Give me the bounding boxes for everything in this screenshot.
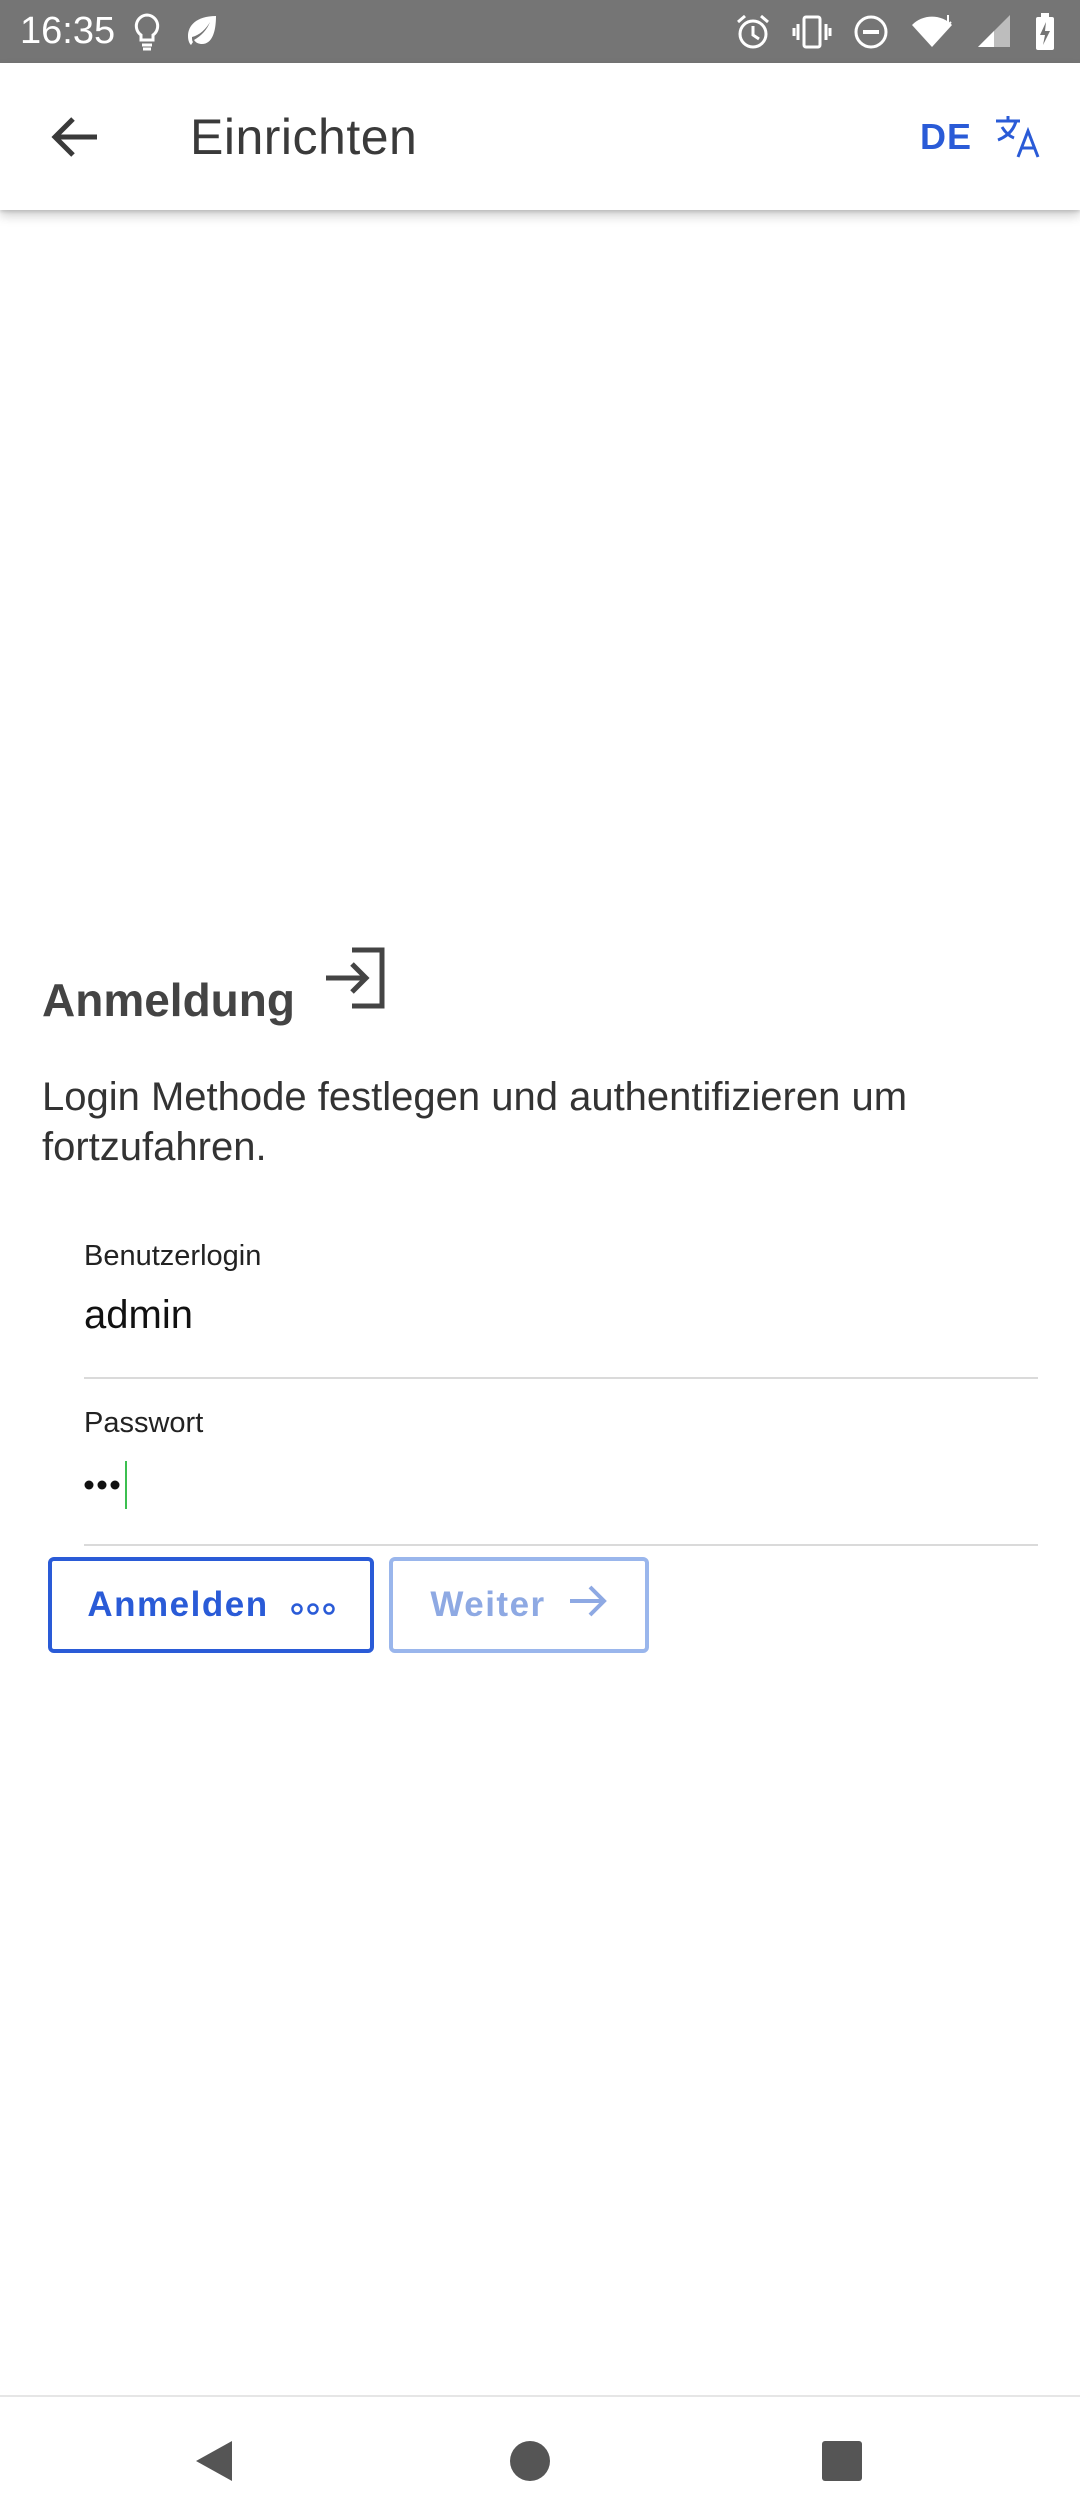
next-button-label: Weiter xyxy=(430,1585,546,1624)
more-dots-icon xyxy=(290,1585,335,1625)
system-nav-bar xyxy=(0,2397,1080,2520)
status-time: 16:35 xyxy=(20,10,116,52)
signal-icon xyxy=(974,13,1014,51)
back-triangle-icon xyxy=(196,2441,232,2481)
alarm-icon xyxy=(734,13,772,51)
recents-square-icon xyxy=(822,2441,862,2481)
login-button[interactable]: Anmelden xyxy=(48,1557,374,1653)
nav-recents-button[interactable] xyxy=(812,2431,872,2491)
next-button[interactable]: Weiter xyxy=(389,1557,649,1653)
login-button-label: Anmelden xyxy=(87,1585,269,1624)
arrow-left-icon xyxy=(51,117,97,157)
username-input[interactable]: admin xyxy=(84,1290,193,1340)
password-label: Passwort xyxy=(84,1407,204,1439)
login-icon xyxy=(322,942,394,1014)
page-title: Einrichten xyxy=(190,109,418,165)
status-bar: 16:35 xyxy=(0,0,1080,63)
password-mask-dots xyxy=(84,1480,120,1490)
do-not-disturb-icon xyxy=(852,13,890,51)
description-text: Login Methode festlegen und authentifizi… xyxy=(42,1075,908,1169)
wifi-icon xyxy=(910,13,954,51)
lightbulb-icon xyxy=(132,12,162,52)
battery-charging-icon xyxy=(1034,12,1056,52)
translate-icon xyxy=(996,116,1040,158)
username-label: Benutzerlogin xyxy=(84,1240,262,1272)
text-caret xyxy=(125,1461,127,1509)
password-field[interactable]: Passwort xyxy=(84,1405,1038,1547)
username-field[interactable]: Benutzerlogin admin xyxy=(84,1238,1038,1380)
language-selector[interactable]: DE xyxy=(920,115,972,159)
arrow-right-icon xyxy=(568,1584,608,1627)
home-circle-icon xyxy=(510,2441,550,2481)
username-underline xyxy=(84,1377,1038,1379)
nav-home-button[interactable] xyxy=(500,2431,560,2491)
section-heading: Anmeldung xyxy=(42,974,295,1026)
password-underline xyxy=(84,1544,1038,1546)
vibrate-icon xyxy=(792,13,832,51)
app-bar: Einrichten DE xyxy=(0,63,1080,210)
back-button[interactable] xyxy=(36,101,112,173)
password-input[interactable] xyxy=(84,1457,1038,1517)
translate-button[interactable] xyxy=(990,109,1046,165)
leaf-icon xyxy=(182,12,222,52)
nav-back-button[interactable] xyxy=(184,2431,244,2491)
